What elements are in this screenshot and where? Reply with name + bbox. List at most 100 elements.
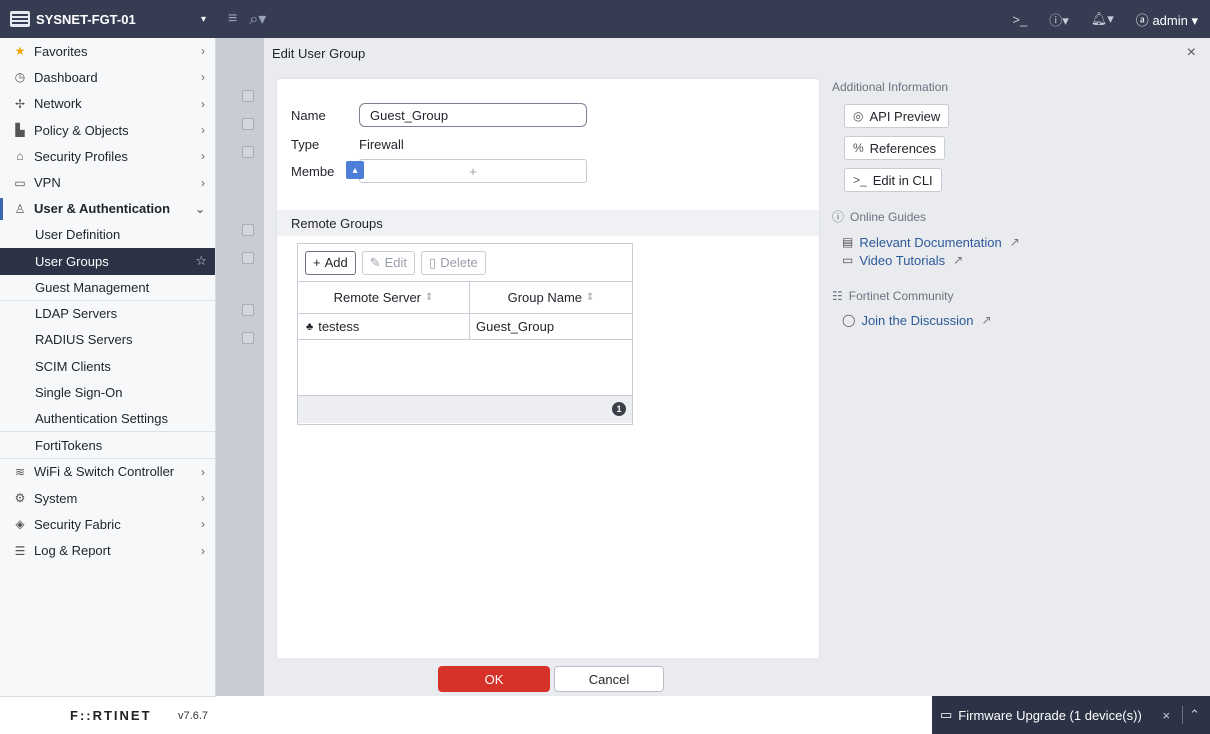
link-icon: % (853, 141, 864, 155)
delete-label: Delete (440, 255, 478, 270)
join-discussion-link[interactable]: ◯ Join the Discussion ↗ (842, 311, 1192, 329)
sidebar-item-dashboard[interactable]: ◷ Dashboard › (0, 64, 215, 90)
close-icon[interactable]: × (1187, 44, 1196, 62)
sidebar-item-label: Security Profiles (34, 148, 128, 164)
terminal-icon: >_ (853, 173, 867, 187)
version-label: v7.6.7 (178, 709, 208, 722)
firmware-upgrade-notice[interactable]: ▭ Firmware Upgrade (1 device(s)) × ⌃ (932, 696, 1210, 734)
sidebar-subitem-authentication-settings[interactable]: Authentication Settings (0, 406, 215, 433)
cursor-pointer-icon: ▴ (346, 161, 364, 179)
favorite-star-icon[interactable]: ☆ (195, 253, 207, 269)
relevant-documentation-link[interactable]: ▤ Relevant Documentation ↗ (842, 233, 1192, 251)
bell-icon[interactable]: 🔔︎▾ (1091, 11, 1114, 27)
sidebar-item-system[interactable]: ⚙ System › (0, 485, 215, 511)
sidebar-subitem-scim-clients[interactable]: SCIM Clients (0, 354, 215, 380)
menu-toggle-icon[interactable]: ≡ (228, 10, 237, 28)
sidebar-item-log-report[interactable]: ☰ Log & Report › (0, 538, 215, 564)
name-input[interactable]: Guest_Group (359, 103, 587, 127)
sidebar-subitem-label: User Groups (35, 253, 109, 269)
row-checkbox (242, 90, 254, 102)
sidebar-item-vpn[interactable]: ▭ VPN › (0, 169, 215, 195)
delete-button[interactable]: ▯ Delete (421, 250, 486, 275)
sidebar-item-label: Favorites (34, 43, 88, 59)
sidebar-subitem-ldap-servers[interactable]: LDAP Servers (0, 301, 215, 327)
sidebar-item-favorites[interactable]: ★ Favorites › (0, 38, 215, 64)
sidebar-item-security-fabric[interactable]: ◈ Security Fabric › (0, 511, 215, 537)
sidebar-subitem-label: LDAP Servers (35, 306, 118, 322)
monitor-icon: ▭ (14, 175, 26, 190)
close-icon[interactable]: × (1163, 708, 1171, 723)
sidebar-item-label: User & Authentication (34, 201, 171, 217)
chevron-right-icon: › (201, 464, 205, 479)
user-icon: ♙ (14, 201, 26, 216)
fortinet-community-heading: ☷ Fortinet Community (832, 289, 1192, 303)
search-icon[interactable]: ⌕▾ (249, 9, 266, 29)
join-discussion-label: Join the Discussion (861, 312, 974, 328)
device-selector[interactable]: SYSNET-FGT-01 ▾ (0, 0, 216, 38)
row-checkbox (242, 146, 254, 158)
video-tutorials-link[interactable]: ▭ Video Tutorials ↗ (842, 251, 1192, 269)
sidebar-subitem-radius-servers[interactable]: RADIUS Servers (0, 327, 215, 353)
chevron-right-icon: › (201, 96, 205, 111)
dialog-title: Edit User Group (272, 45, 366, 61)
sidebar-subitem-guest-management[interactable]: Guest Management (0, 275, 215, 301)
ok-button[interactable]: OK (438, 666, 550, 692)
sidebar-subitem-user-definition[interactable]: User Definition (0, 222, 215, 248)
chevron-right-icon: › (201, 123, 205, 138)
add-button[interactable]: + Add (305, 250, 356, 275)
star-icon: ★ (14, 44, 26, 59)
api-preview-button[interactable]: ◎ API Preview (844, 104, 950, 128)
community-icon: ☷ (832, 289, 843, 303)
user-icon: ⓐ (1135, 12, 1149, 28)
help-icon[interactable]: ⓘ▾ (1049, 10, 1069, 29)
additional-info-panel: Additional Information ◎ API Preview % R… (832, 80, 1192, 329)
sidebar-subitem-single-sign-on[interactable]: Single Sign-On (0, 380, 215, 406)
remote-groups-table: + Add ✎ Edit ▯ Delete Remote Server ⇕ Gr… (297, 243, 633, 425)
references-button[interactable]: % References (844, 136, 946, 160)
api-preview-label: API Preview (869, 108, 941, 124)
edit-label: Edit (384, 255, 408, 270)
sidebar-item-label: Security Fabric (34, 516, 121, 532)
plus-icon: + (313, 255, 321, 270)
sidebar-subitem-user-groups[interactable]: User Groups ☆ (0, 248, 215, 275)
chevron-right-icon: › (201, 491, 205, 506)
chevron-right-icon: › (201, 175, 205, 190)
edit-in-cli-button[interactable]: >_ Edit in CLI (844, 168, 942, 192)
sidebar-subitem-label: RADIUS Servers (35, 332, 133, 348)
sidebar-item-network[interactable]: ✢ Network › (0, 91, 215, 117)
table-toolbar: + Add ✎ Edit ▯ Delete (298, 244, 632, 282)
sidebar-item-wifi-switch[interactable]: ≋ WiFi & Switch Controller › (0, 459, 215, 485)
sidebar-item-label: Policy & Objects (34, 122, 129, 138)
lock-icon: ⌂ (16, 149, 24, 164)
community-label: Fortinet Community (848, 289, 954, 303)
video-icon: ▭ (842, 253, 854, 267)
dashboard-icon: ◷ (14, 70, 26, 85)
row-checkbox (242, 304, 254, 316)
add-member-icon: + (469, 163, 477, 179)
server-group-icon: ♣ (306, 320, 314, 333)
table-header: Remote Server ⇕ Group Name ⇕ (298, 282, 632, 314)
sidebar-item-user-authentication[interactable]: ♙ User & Authentication ⌄ (0, 196, 215, 222)
chevron-right-icon: › (201, 149, 205, 164)
table-row[interactable]: ♣ testess Guest_Group (298, 314, 632, 340)
monitor-icon: ▭ (940, 707, 953, 722)
sidebar-item-label: Dashboard (34, 69, 98, 85)
cancel-button[interactable]: Cancel (554, 666, 664, 692)
sort-icon: ⇕ (425, 292, 434, 303)
divider (1182, 706, 1184, 724)
chevron-down-icon: ⌄ (194, 201, 205, 216)
column-remote-server[interactable]: Remote Server ⇕ (298, 282, 470, 313)
edit-button[interactable]: ✎ Edit (361, 250, 416, 275)
form-card: Name Guest_Group Type Firewall Membe ▴ +… (276, 78, 820, 660)
admin-menu[interactable]: ⓐ admin ▾ (1136, 10, 1198, 29)
cli-console-icon[interactable]: >_ (1012, 12, 1027, 27)
sidebar-item-label: VPN (34, 175, 61, 191)
sidebar-item-policy-objects[interactable]: ▙ Policy & Objects › (0, 117, 215, 143)
sidebar-subitem-fortitokens[interactable]: FortiTokens (0, 432, 215, 459)
column-group-name[interactable]: Group Name ⇕ (470, 282, 632, 313)
chevron-up-icon[interactable]: ⌃ (1189, 707, 1200, 723)
members-field[interactable]: + (359, 159, 587, 183)
chevron-right-icon: › (201, 543, 205, 558)
sidebar-item-security-profiles[interactable]: ⌂ Security Profiles › (0, 143, 215, 169)
chevron-right-icon: › (201, 44, 205, 59)
